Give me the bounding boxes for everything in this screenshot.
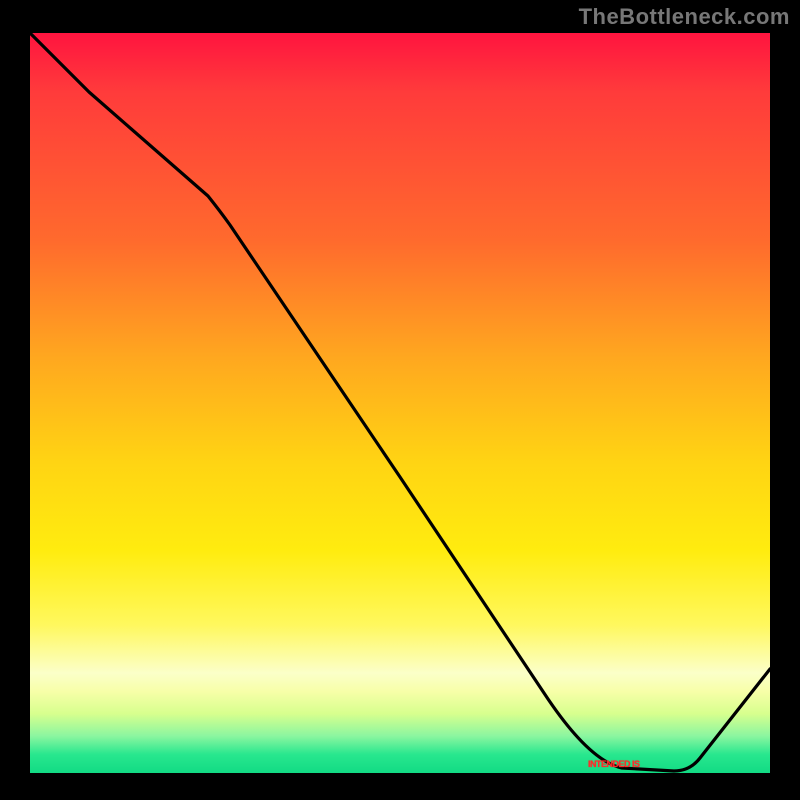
line-chart-svg xyxy=(30,33,770,773)
bottom-annotation-label: INTENDED IS xyxy=(588,759,640,769)
plot-area: INTENDED IS xyxy=(30,33,770,773)
attribution-text: TheBottleneck.com xyxy=(579,4,790,30)
curve-path xyxy=(30,33,770,771)
chart-stage: TheBottleneck.com INTENDED IS xyxy=(0,0,800,800)
